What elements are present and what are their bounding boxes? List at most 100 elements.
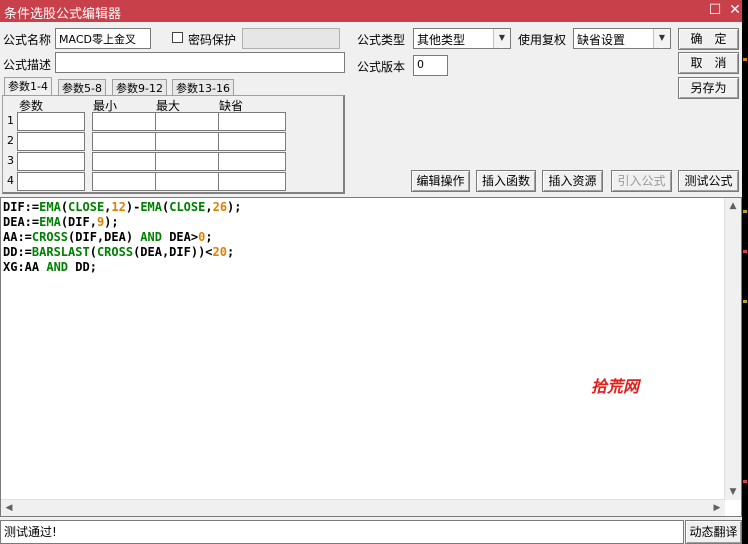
password-input[interactable] xyxy=(242,28,340,49)
param-name-cell[interactable] xyxy=(17,112,85,131)
code-token: CROSS xyxy=(31,230,69,244)
tab-params-13-16[interactable]: 参数13-16 xyxy=(172,79,234,96)
code-content[interactable]: DIF:=EMA(CLOSE,12)-EMA(CLOSE,26); DEA:=EM… xyxy=(3,200,242,275)
import-formula-button[interactable]: 引入公式 xyxy=(611,170,672,192)
code-token: AND xyxy=(46,260,69,274)
code-token: 26 xyxy=(212,200,228,214)
code-token: ); xyxy=(227,200,242,214)
code-token: 20 xyxy=(212,245,227,259)
chevron-down-icon[interactable]: ▼ xyxy=(493,29,510,48)
code-token: DD:= xyxy=(3,245,32,259)
code-token: XG:AA xyxy=(3,260,47,274)
background-mark xyxy=(743,58,747,61)
formula-version-label: 公式版本 xyxy=(357,60,406,74)
code-token: ( xyxy=(60,200,69,214)
param-default-cell[interactable] xyxy=(218,112,286,131)
cancel-button[interactable]: 取 消 xyxy=(678,52,739,74)
vertical-scrollbar[interactable]: ▲ ▼ xyxy=(724,198,741,500)
param-max-cell[interactable] xyxy=(155,172,223,191)
code-token: ; xyxy=(227,245,235,259)
param-max-cell[interactable] xyxy=(155,132,223,151)
status-text: 测试通过! xyxy=(4,525,57,539)
tab-params-1-4[interactable]: 参数1-4 xyxy=(4,77,52,96)
horizontal-scrollbar[interactable]: ◀ ▶ xyxy=(1,499,725,516)
code-line[interactable]: DD:=BARSLAST(CROSS(DEA,DIF))<20; xyxy=(3,245,242,260)
scroll-right-icon[interactable]: ▶ xyxy=(709,500,725,516)
param-min-cell[interactable] xyxy=(92,132,160,151)
code-token: CLOSE xyxy=(68,200,105,214)
params-panel: 参数 最小 最大 缺省 1 2 3 4 xyxy=(2,95,345,194)
scroll-left-icon[interactable]: ◀ xyxy=(1,500,17,516)
status-bar: 测试通过! xyxy=(0,520,684,544)
code-token: )- xyxy=(125,200,141,214)
code-token: BARSLAST xyxy=(31,245,90,259)
param-name-cell[interactable] xyxy=(17,152,85,171)
formula-version-input[interactable]: 0 xyxy=(413,55,448,76)
ok-button[interactable]: 确 定 xyxy=(678,28,739,50)
code-token: (DIF,DEA) xyxy=(68,230,141,244)
code-token: DD; xyxy=(68,260,97,274)
param-row-number: 3 xyxy=(7,154,14,167)
param-min-cell[interactable] xyxy=(92,172,160,191)
title-bar[interactable]: 条件选股公式编辑器 ☐ ✕ xyxy=(0,0,742,22)
code-token: AA:= xyxy=(3,230,32,244)
edit-operation-button[interactable]: 编辑操作 xyxy=(411,170,470,192)
tab-params-9-12[interactable]: 参数9-12 xyxy=(112,79,167,96)
code-line[interactable]: DIF:=EMA(CLOSE,12)-EMA(CLOSE,26); xyxy=(3,200,242,215)
param-row-number: 4 xyxy=(7,174,14,187)
param-max-cell[interactable] xyxy=(155,152,223,171)
param-default-cell[interactable] xyxy=(218,152,286,171)
param-min-cell[interactable] xyxy=(92,152,160,171)
formula-code-editor[interactable]: DIF:=EMA(CLOSE,12)-EMA(CLOSE,26); DEA:=EM… xyxy=(0,197,742,517)
param-row-number: 2 xyxy=(7,134,14,147)
code-token: DEA:= xyxy=(3,215,40,229)
password-checkbox[interactable] xyxy=(172,32,183,43)
code-token: ( xyxy=(89,245,97,259)
param-default-cell[interactable] xyxy=(218,132,286,151)
code-line[interactable]: XG:AA AND DD; xyxy=(3,260,242,275)
tab-params-5-8[interactable]: 参数5-8 xyxy=(58,79,106,96)
code-token: (DIF, xyxy=(60,215,97,229)
scroll-down-icon[interactable]: ▼ xyxy=(725,484,741,500)
formula-desc-input[interactable] xyxy=(55,52,345,73)
window-title: 条件选股公式编辑器 xyxy=(4,7,122,22)
param-min-cell[interactable] xyxy=(92,112,160,131)
fuquan-select[interactable]: 缺省设置 ▼ xyxy=(573,28,671,49)
code-token: ; xyxy=(205,230,213,244)
background-strip xyxy=(742,0,748,544)
code-token: EMA xyxy=(39,200,61,214)
insert-resource-button[interactable]: 插入资源 xyxy=(542,170,603,192)
maximize-icon[interactable]: ☐ xyxy=(706,2,724,19)
code-token: AND xyxy=(140,230,162,244)
formula-name-input[interactable]: MACD零上金叉 xyxy=(55,28,151,49)
code-token: , xyxy=(205,200,213,214)
background-mark xyxy=(743,210,747,213)
formula-type-label: 公式类型 xyxy=(357,33,406,47)
fuquan-value: 缺省设置 xyxy=(577,33,626,47)
password-label: 密码保护 xyxy=(188,33,237,47)
formula-type-value: 其他类型 xyxy=(417,33,466,47)
background-mark xyxy=(743,480,747,483)
background-mark xyxy=(743,300,747,303)
param-row-number: 1 xyxy=(7,114,14,127)
param-name-cell[interactable] xyxy=(17,172,85,191)
param-name-cell[interactable] xyxy=(17,132,85,151)
param-max-cell[interactable] xyxy=(155,112,223,131)
chevron-down-icon[interactable]: ▼ xyxy=(653,29,670,48)
code-line[interactable]: AA:=CROSS(DIF,DEA) AND DEA>0; xyxy=(3,230,242,245)
code-token: (DEA,DIF))< xyxy=(133,245,213,259)
code-token: DEA> xyxy=(161,230,199,244)
scroll-up-icon[interactable]: ▲ xyxy=(725,198,741,214)
code-line[interactable]: DEA:=EMA(DIF,9); xyxy=(3,215,242,230)
code-token: DIF:= xyxy=(3,200,40,214)
formula-type-select[interactable]: 其他类型 ▼ xyxy=(413,28,511,49)
formula-editor-window: 条件选股公式编辑器 ☐ ✕ 公式名称 MACD零上金叉 密码保护 公式类型 其他… xyxy=(0,0,742,544)
code-token: CLOSE xyxy=(169,200,206,214)
param-default-cell[interactable] xyxy=(218,172,286,191)
code-token: 12 xyxy=(111,200,126,214)
insert-function-button[interactable]: 插入函数 xyxy=(476,170,536,192)
dynamic-translate-button[interactable]: 动态翻译 xyxy=(685,520,742,544)
test-formula-button[interactable]: 测试公式 xyxy=(678,170,739,192)
save-as-button[interactable]: 另存为 xyxy=(678,77,739,99)
watermark: 拾荒网 xyxy=(591,377,640,396)
